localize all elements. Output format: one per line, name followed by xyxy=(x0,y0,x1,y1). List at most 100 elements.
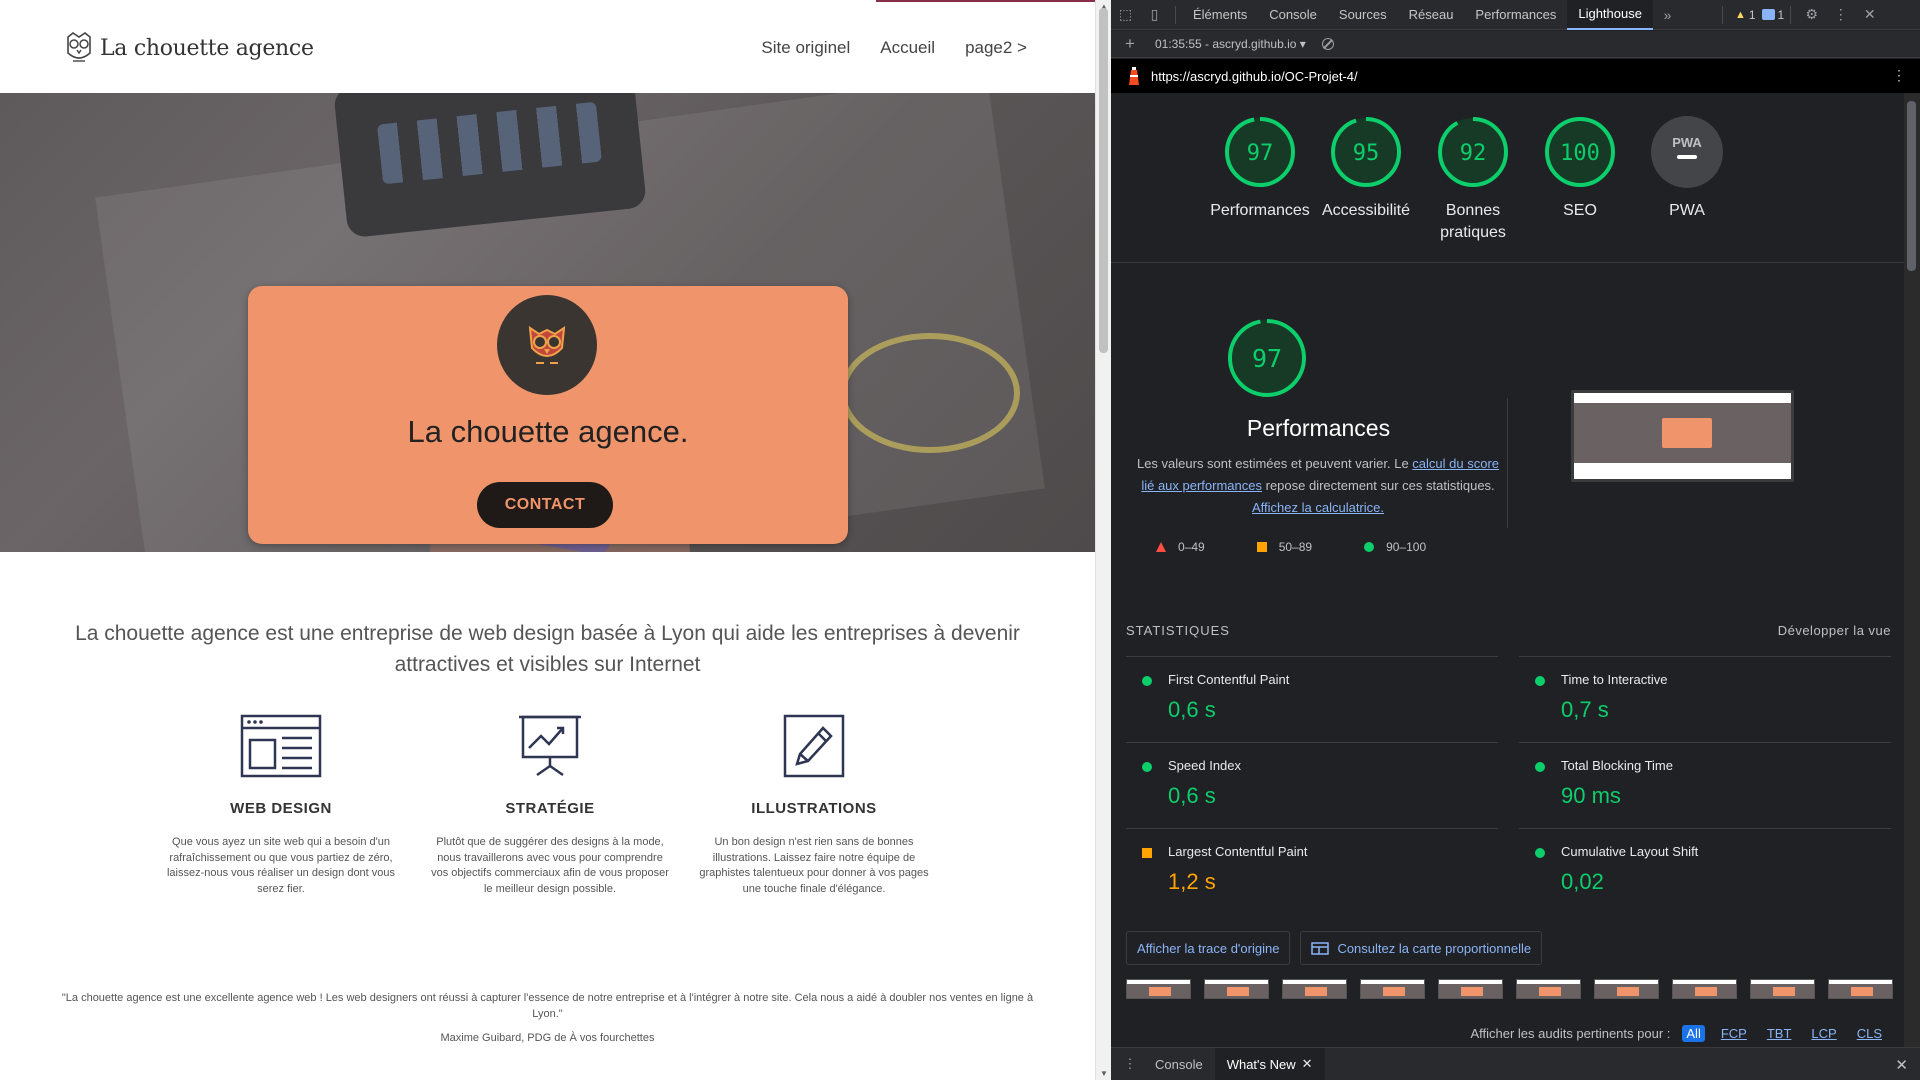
view-treemap-button[interactable]: Consultez la carte proportionnelle xyxy=(1300,931,1543,965)
svg-text:97: 97 xyxy=(1247,141,1274,166)
close-devtools-icon[interactable]: ✕ xyxy=(1855,0,1884,30)
filter-fcp[interactable]: FCP xyxy=(1717,1025,1751,1042)
devtools-menu-icon[interactable]: ⋮ xyxy=(1826,0,1855,30)
warnings-badge[interactable]: ▲ 1 xyxy=(1735,8,1756,22)
website-scrollbar[interactable]: ▲ ▼ xyxy=(1095,0,1111,1080)
filmstrip-frame xyxy=(1282,979,1347,999)
logo-text: La chouette agence xyxy=(100,35,314,61)
message-icon xyxy=(1761,9,1775,20)
close-tab-icon[interactable]: ✕ xyxy=(1302,1056,1313,1072)
svg-text:PWA: PWA xyxy=(1672,135,1702,150)
report-actions: Afficher la trace d'origine Consultez la… xyxy=(1126,931,1543,965)
browser-window-icon xyxy=(240,714,322,778)
filmstrip-frame xyxy=(1360,979,1425,999)
service-title: STRATÉGIE xyxy=(505,800,595,817)
drawer-menu-icon[interactable]: ⋮ xyxy=(1117,1056,1143,1072)
site-nav: Site originel Accueil page2 > xyxy=(761,38,1027,58)
scroll-down-arrow-icon[interactable]: ▼ xyxy=(1100,1069,1108,1078)
settings-gear-icon[interactable]: ⚙ xyxy=(1797,0,1826,30)
filmstrip-frame xyxy=(1672,979,1737,999)
gauge-label: Bonnes pratiques xyxy=(1440,202,1506,241)
filter-all[interactable]: All xyxy=(1682,1025,1705,1042)
filter-lcp[interactable]: LCP xyxy=(1807,1025,1840,1042)
filmstrip-frame xyxy=(1828,979,1893,999)
service-strategie: STRATÉGIE Plutôt que de suggérer des des… xyxy=(430,712,670,897)
pwa-badge-icon: PWA xyxy=(1651,116,1723,188)
device-toolbar-icon[interactable]: ▯ xyxy=(1140,0,1169,30)
messages-badge[interactable]: 1 xyxy=(1761,8,1784,22)
report-url-bar: https://ascryd.github.io/OC-Projet-4/ ⋮ xyxy=(1111,59,1920,93)
service-title: ILLUSTRATIONS xyxy=(751,800,877,817)
tab-performance[interactable]: Performances xyxy=(1464,0,1567,30)
more-tabs-chevron-icon[interactable]: » xyxy=(1653,0,1682,30)
intro-text: La chouette agence est une entreprise de… xyxy=(75,622,1020,676)
good-circle-icon xyxy=(1535,762,1545,772)
report-session-select[interactable]: 01:35:55 - ascryd.github.io ▾ xyxy=(1155,37,1306,51)
service-description: Plutôt que de suggérer des designs à la … xyxy=(431,836,669,895)
tab-elements[interactable]: Éléments xyxy=(1182,0,1258,30)
hero-background-drawing xyxy=(840,333,1020,453)
nav-link-accueil[interactable]: Accueil xyxy=(880,38,935,58)
gauge-performance[interactable]: 97 Performances xyxy=(1205,115,1315,222)
lighthouse-report: 97 Performances 95 Accessibilité 92 Bonn… xyxy=(1111,93,1904,1047)
filmstrip xyxy=(1126,979,1896,1003)
report-scrollbar-thumb[interactable] xyxy=(1907,101,1916,271)
drawer-tab-console[interactable]: Console xyxy=(1143,1048,1215,1080)
presentation-chart-icon xyxy=(519,715,581,777)
tab-sources[interactable]: Sources xyxy=(1328,0,1398,30)
owl-badge-icon xyxy=(497,295,597,395)
contact-button[interactable]: CONTACT xyxy=(477,482,613,528)
gauge-accessibility[interactable]: 95 Accessibilité xyxy=(1311,115,1421,222)
nav-link-page2[interactable]: page2 > xyxy=(965,38,1027,58)
filmstrip-frame xyxy=(1516,979,1581,999)
report-url[interactable]: https://ascryd.github.io/OC-Projet-4/ xyxy=(1151,69,1358,84)
nav-link-site-originel[interactable]: Site originel xyxy=(761,38,850,58)
report-scrollbar[interactable] xyxy=(1904,93,1920,1047)
warning-icon: ▲ xyxy=(1734,8,1746,21)
owl-logo-icon xyxy=(67,32,91,62)
drawer-tab-whats-new[interactable]: What's New ✕ xyxy=(1214,1047,1325,1080)
service-description: Un bon design n'est rien sans de bonnes … xyxy=(699,836,929,895)
tab-lighthouse[interactable]: Lighthouse xyxy=(1567,0,1653,30)
site-logo[interactable]: La chouette agence xyxy=(64,31,314,65)
average-square-icon xyxy=(1142,848,1152,858)
new-report-icon[interactable]: + xyxy=(1117,34,1143,54)
tab-console[interactable]: Console xyxy=(1258,0,1328,30)
audit-filter-label: Afficher les audits pertinents pour : xyxy=(1470,1026,1671,1041)
gauge-seo[interactable]: 100 SEO xyxy=(1525,115,1635,222)
expand-view-toggle[interactable]: Développer la vue xyxy=(1778,623,1891,638)
poor-triangle-icon xyxy=(1156,542,1166,552)
gauge-label: Accessibilité xyxy=(1321,202,1411,219)
filmstrip-frame xyxy=(1750,979,1815,999)
final-screenshot-thumbnail[interactable] xyxy=(1571,390,1794,482)
testimonial-author: Maxime Guibard, PDG de À vos fourchettes xyxy=(440,1032,655,1044)
hero-card: La chouette agence. CONTACT xyxy=(248,286,848,544)
header-accent-line xyxy=(876,0,1095,2)
calculator-link[interactable]: Affichez la calculatrice. xyxy=(1252,500,1384,515)
view-trace-button[interactable]: Afficher la trace d'origine xyxy=(1126,931,1291,965)
good-circle-icon xyxy=(1142,762,1152,772)
pencil-icon xyxy=(783,714,845,778)
inspect-element-icon[interactable]: ⬚ xyxy=(1111,0,1140,30)
testimonial-quote: "La chouette agence est une excellente a… xyxy=(61,992,1034,1020)
metrics-title: STATISTIQUES xyxy=(1126,623,1230,638)
performance-score-gauge: 97 xyxy=(1207,317,1327,404)
service-description: Que vous ayez un site web qui a besoin d… xyxy=(166,836,396,895)
good-circle-icon xyxy=(1535,848,1545,858)
clear-reports-icon[interactable] xyxy=(1321,38,1334,50)
metrics-header: STATISTIQUES Développer la vue xyxy=(1126,623,1891,638)
svg-text:97: 97 xyxy=(1252,344,1282,373)
metric-lcp: Largest Contentful Paint 1,2 s xyxy=(1126,828,1498,914)
filter-cls[interactable]: CLS xyxy=(1853,1025,1886,1042)
lighthouse-logo-icon xyxy=(1127,66,1141,86)
average-square-icon xyxy=(1256,542,1267,552)
filter-tbt[interactable]: TBT xyxy=(1763,1025,1796,1042)
devtools-drawer: ⋮ Console What's New ✕ ✕ xyxy=(1111,1047,1920,1080)
gauge-pwa[interactable]: PWA PWA xyxy=(1632,115,1742,222)
report-menu-icon[interactable]: ⋮ xyxy=(1892,67,1906,84)
close-drawer-icon[interactable]: ✕ xyxy=(1895,1056,1908,1074)
website-scrollbar-thumb[interactable] xyxy=(1099,8,1108,353)
gauge-label: SEO xyxy=(1563,202,1597,219)
gauge-best-practices[interactable]: 92 Bonnes pratiques xyxy=(1418,115,1528,244)
tab-network[interactable]: Réseau xyxy=(1398,0,1465,30)
